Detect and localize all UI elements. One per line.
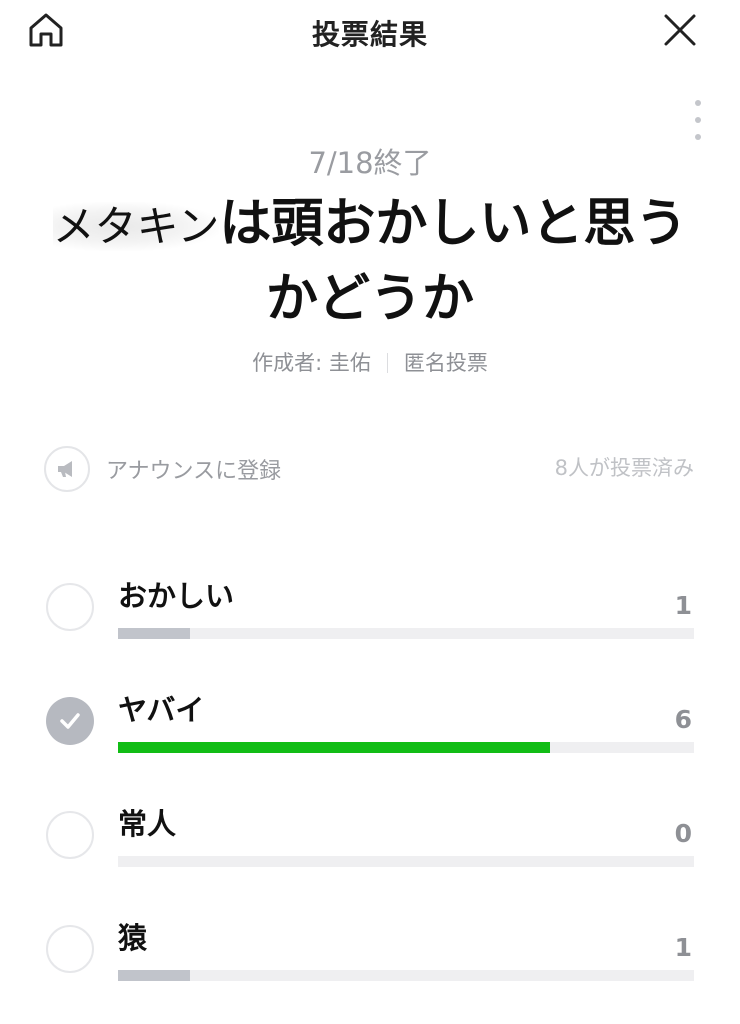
option-count: 1 <box>674 933 692 962</box>
option-bar-fill <box>118 742 550 753</box>
poll-end-date: 7/18終了 <box>308 146 432 180</box>
option-bar-fill <box>118 628 190 639</box>
more-dot <box>695 117 701 123</box>
poll-option[interactable]: 常人 0 <box>0 801 740 891</box>
option-label: 猿 <box>118 921 148 955</box>
poll-option[interactable]: おかしい 1 <box>0 573 740 663</box>
option-bar-fill <box>118 970 190 981</box>
poll-question-line-2: かどうか <box>265 269 474 329</box>
question-line-1-rest: は頭おかしいと思う <box>219 194 688 254</box>
poll-option[interactable]: ヤバイ 6 <box>0 687 740 777</box>
announce-register-button[interactable]: アナウンスに登録 <box>44 444 281 494</box>
close-button[interactable] <box>658 10 702 54</box>
option-count: 6 <box>674 705 692 734</box>
header: 投票結果 <box>0 0 740 64</box>
more-options-button[interactable] <box>686 100 710 140</box>
option-label: おかしい <box>118 579 235 613</box>
question-name: メタキン <box>52 202 220 251</box>
more-vertical-icon <box>695 100 701 106</box>
option-radio[interactable] <box>46 583 94 631</box>
announce-label: アナウンスに登録 <box>106 459 282 484</box>
option-bar-track <box>118 970 694 981</box>
option-bar-track <box>118 742 694 753</box>
poll-results-screen: 投票結果 7/18終了 メタキンは頭おかしいと思う かどうか 作成者: 圭佑 匿名… <box>0 0 740 1024</box>
option-label: 常人 <box>118 807 177 841</box>
page-title: 投票結果 <box>311 18 428 51</box>
poll-option[interactable]: 猿 1 <box>0 915 740 1005</box>
poll-question-line-1: メタキンは頭おかしいと思う <box>0 188 740 263</box>
option-bar-track <box>118 856 694 867</box>
option-count: 0 <box>674 819 692 848</box>
close-icon <box>663 13 697 51</box>
option-count: 1 <box>674 591 692 620</box>
megaphone-icon <box>44 446 90 492</box>
check-icon <box>60 713 80 729</box>
option-radio[interactable] <box>46 925 94 973</box>
poll-meta: 作成者: 圭佑 匿名投票 <box>0 347 740 377</box>
option-radio[interactable] <box>46 811 94 859</box>
poll-anonymity: 匿名投票 <box>403 351 488 375</box>
option-label: ヤバイ <box>118 693 205 727</box>
poll-author: 作成者: 圭佑 <box>252 351 371 375</box>
voters-count: 8人が投票済み <box>554 456 694 480</box>
option-radio-checked[interactable] <box>46 697 94 745</box>
poll-question: メタキンは頭おかしいと思う かどうか <box>0 188 740 335</box>
option-bar-track <box>118 628 694 639</box>
meta-divider <box>386 353 388 373</box>
